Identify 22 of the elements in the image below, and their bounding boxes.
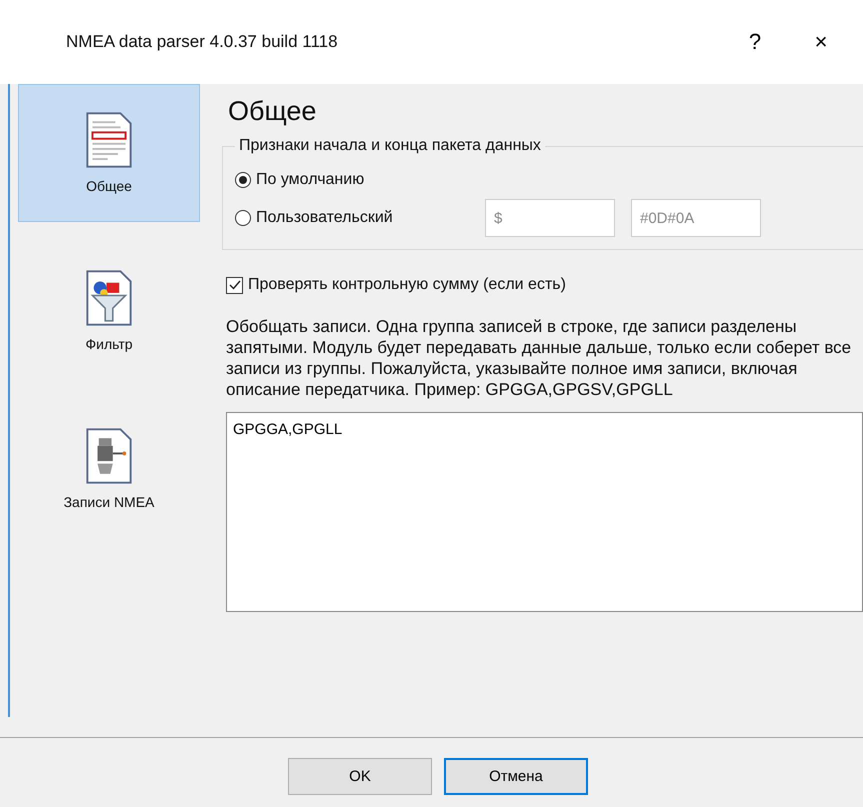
checksum-checkbox[interactable]: Проверять контрольную сумму (если есть) [226, 276, 863, 294]
group-title: Признаки начала и конца пакета данных [238, 137, 542, 155]
dialog-button[interactable]: Отмена [444, 758, 588, 795]
dialog-button[interactable]: OK [288, 758, 432, 795]
sidebar-item[interactable]: Записи NMEA [18, 400, 200, 538]
document-icon [86, 112, 132, 168]
radio-button[interactable] [235, 172, 251, 188]
checkmark-icon [228, 278, 242, 292]
window-title: NMEA data parser 4.0.37 build 1118 [66, 32, 339, 52]
description-text: Обобщать записи. Одна группа записей в строке, где записи разделены запятыми. Модуль будет передавать данные дальше, только если соберет все записи из группы. Пожалуйста, указывайте полное имя записи, включая описание передатчика. Пример: GPGGA,GPGSV,GPGLL [226, 316, 852, 400]
radio-button[interactable] [235, 210, 251, 226]
engine-document-icon [86, 428, 132, 484]
sidebar-item[interactable]: Общее [18, 84, 200, 222]
funnel-document-icon [86, 270, 132, 326]
page-title: Общее [228, 96, 318, 127]
checkbox[interactable] [226, 276, 243, 294]
help-button[interactable]: ? [731, 28, 779, 56]
records-field[interactable]: GPGGA,GPGLL [226, 412, 863, 612]
radio-option[interactable]: По умолчанию [235, 171, 485, 189]
radio-option[interactable]: Пользовательский [235, 209, 485, 227]
sidebar-item[interactable]: Фильтр [18, 242, 200, 380]
close-button[interactable]: × [797, 28, 845, 56]
